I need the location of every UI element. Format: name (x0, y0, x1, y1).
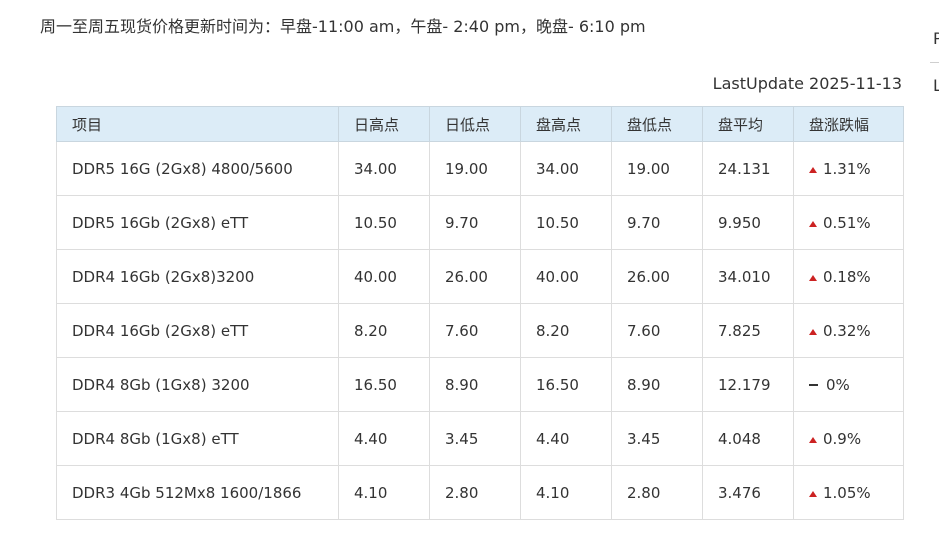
header-session-low: 盘低点 (611, 106, 703, 142)
cell-day-low: 9.70 (429, 195, 521, 250)
cell-day-low: 3.45 (429, 411, 521, 466)
header-day-high: 日高点 (338, 106, 430, 142)
cell-session-high: 4.40 (520, 411, 612, 466)
table-row: DDR5 16G (2Gx8) 4800/5600 34.00 19.00 34.00… (56, 141, 904, 196)
cell-session-avg: 4.048 (702, 411, 794, 466)
cell-session-low: 9.70 (611, 195, 703, 250)
cell-session-low: 7.60 (611, 303, 703, 358)
side-panel-letter: P (933, 29, 939, 48)
cell-session-low: 26.00 (611, 249, 703, 304)
cell-day-high: 4.10 (338, 465, 430, 520)
cell-day-low: 2.80 (429, 465, 521, 520)
table-header-row: 项目 日高点 日低点 盘高点 盘低点 盘平均 盘涨跌幅 (56, 106, 904, 142)
cell-session-avg: 9.950 (702, 195, 794, 250)
triangle-up-icon (809, 166, 817, 173)
cell-day-high: 40.00 (338, 249, 430, 304)
cell-change: 0.32% (793, 303, 904, 358)
header-day-low: 日低点 (429, 106, 521, 142)
triangle-up-icon (809, 328, 817, 335)
cell-day-high: 8.20 (338, 303, 430, 358)
update-schedule-notice: 周一至周五现货价格更新时间为：早盘-11:00 am，午盘- 2:40 pm，晚… (40, 17, 646, 36)
table-row: DDR4 16Gb (2Gx8) eTT 8.20 7.60 8.20 7.60 7.82… (56, 303, 904, 358)
side-panel-letter: L (933, 76, 939, 95)
cell-session-avg: 7.825 (702, 303, 794, 358)
table-row: DDR4 16Gb (2Gx8)3200 40.00 26.00 40.00 26.00… (56, 249, 904, 304)
triangle-up-icon (809, 220, 817, 227)
cell-session-high: 16.50 (520, 357, 612, 412)
change-value: 0.18% (823, 267, 871, 286)
cell-day-low: 8.90 (429, 357, 521, 412)
cell-item: DDR5 16G (2Gx8) 4800/5600 (56, 141, 339, 196)
table-row: DDR3 4Gb 512Mx8 1600/1866 4.10 2.80 4.10 2.8… (56, 465, 904, 520)
cell-item: DDR3 4Gb 512Mx8 1600/1866 (56, 465, 339, 520)
change-value: 1.31% (823, 159, 871, 178)
cell-item: DDR4 8Gb (1Gx8) 3200 (56, 357, 339, 412)
header-item: 项目 (56, 106, 339, 142)
cell-item: DDR5 16Gb (2Gx8) eTT (56, 195, 339, 250)
table-row: DDR5 16Gb (2Gx8) eTT 10.50 9.70 10.50 9.70 9.… (56, 195, 904, 250)
cell-day-high: 34.00 (338, 141, 430, 196)
cell-day-low: 19.00 (429, 141, 521, 196)
cell-session-high: 4.10 (520, 465, 612, 520)
cell-change: 0.18% (793, 249, 904, 304)
cell-session-low: 2.80 (611, 465, 703, 520)
cell-day-high: 4.40 (338, 411, 430, 466)
spot-price-table: 项目 日高点 日低点 盘高点 盘低点 盘平均 盘涨跌幅 DDR5 16G (2G… (56, 106, 904, 520)
cell-session-low: 8.90 (611, 357, 703, 412)
cell-change: 0% (793, 357, 904, 412)
last-update-label: LastUpdate 2025-11-13 (712, 74, 902, 93)
cell-change: 1.05% (793, 465, 904, 520)
side-divider (930, 62, 939, 63)
cell-day-low: 7.60 (429, 303, 521, 358)
dash-icon (809, 383, 818, 386)
cell-session-low: 3.45 (611, 411, 703, 466)
table-row: DDR4 8Gb (1Gx8) 3200 16.50 8.90 16.50 8.90 12… (56, 357, 904, 412)
header-session-avg: 盘平均 (702, 106, 794, 142)
triangle-up-icon (809, 274, 817, 281)
header-session-change: 盘涨跌幅 (793, 106, 904, 142)
cell-session-high: 10.50 (520, 195, 612, 250)
cell-day-high: 10.50 (338, 195, 430, 250)
change-value: 0% (826, 375, 850, 394)
cell-item: DDR4 8Gb (1Gx8) eTT (56, 411, 339, 466)
cell-session-low: 19.00 (611, 141, 703, 196)
cell-session-avg: 24.131 (702, 141, 794, 196)
triangle-up-icon (809, 490, 817, 497)
change-value: 0.32% (823, 321, 871, 340)
cell-session-avg: 34.010 (702, 249, 794, 304)
cell-change: 0.51% (793, 195, 904, 250)
cell-day-low: 26.00 (429, 249, 521, 304)
cell-session-high: 34.00 (520, 141, 612, 196)
cell-session-avg: 12.179 (702, 357, 794, 412)
change-value: 0.51% (823, 213, 871, 232)
header-session-high: 盘高点 (520, 106, 612, 142)
cell-item: DDR4 16Gb (2Gx8) eTT (56, 303, 339, 358)
cell-change: 0.9% (793, 411, 904, 466)
cell-item: DDR4 16Gb (2Gx8)3200 (56, 249, 339, 304)
cell-session-avg: 3.476 (702, 465, 794, 520)
cell-day-high: 16.50 (338, 357, 430, 412)
cell-change: 1.31% (793, 141, 904, 196)
triangle-up-icon (809, 436, 817, 443)
change-value: 1.05% (823, 483, 871, 502)
change-value: 0.9% (823, 429, 862, 448)
table-row: DDR4 8Gb (1Gx8) eTT 4.40 3.45 4.40 3.45 4.048… (56, 411, 904, 466)
cell-session-high: 8.20 (520, 303, 612, 358)
cell-session-high: 40.00 (520, 249, 612, 304)
